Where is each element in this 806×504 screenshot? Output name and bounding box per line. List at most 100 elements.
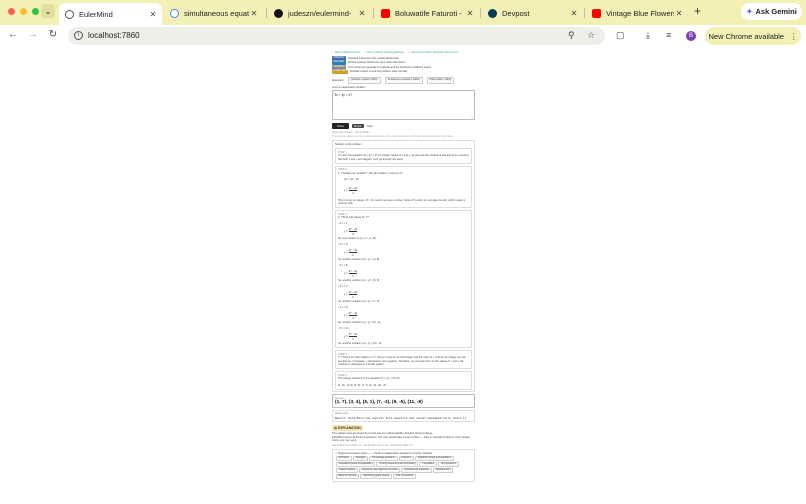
simple-mode-button[interactable]: Simple	[352, 123, 364, 129]
tab-separator	[373, 8, 374, 18]
action-row: Solve Simple Clear	[332, 123, 475, 129]
media-queue-icon[interactable]: ≡	[666, 30, 671, 40]
address-bar[interactable]: i localhost:7860 ⚲ ☆	[68, 27, 605, 45]
ask-gemini-button[interactable]: ✦ Ask Gemini	[741, 3, 802, 20]
status-badge: LOAD LIMIT	[332, 69, 348, 74]
tab-separator	[584, 8, 585, 18]
x-value-case: - If x = 7:	[338, 284, 349, 288]
x-value-case: - If x = 5:	[338, 263, 349, 267]
eulermind-app: ✓ Meta-cultural theories ✓ Due to solvin…	[332, 51, 475, 482]
bookmark-star-icon[interactable]: ☆	[587, 30, 595, 41]
step-body: To solve the equation 3x + 4y = 47 for i…	[338, 154, 469, 161]
solution-steps-panel: Solution to the problem STEP 1 To solve …	[332, 140, 475, 392]
math-fraction-line: y = 47 - 3x 4	[344, 185, 358, 195]
fraction: 47 - 3x 4	[348, 310, 358, 320]
fraction: 47 - 3x 4	[348, 185, 358, 195]
zoom-search-icon[interactable]: ⚲	[568, 30, 575, 41]
badge-row: LOAD LIMIT Possible source to and this p…	[332, 69, 475, 74]
download-icon[interactable]: ⤓	[646, 30, 650, 41]
solution-text: So, another solution is (x, y) = (7, 2).	[338, 300, 380, 303]
tab-youtube-boluwatife[interactable]: Boluwatife Faturoti - ✕	[375, 3, 479, 23]
example-differentiation-button[interactable]: Differentiation (NEW)	[426, 77, 455, 84]
topic-chip: Proving sequences and formulating	[376, 461, 419, 467]
solution-text: So, another solution is (x, y) = (5, 5).	[338, 279, 380, 282]
input-label: Input a mathematics problem	[332, 85, 366, 89]
topic-chip: Averages	[352, 455, 369, 461]
topic-chip: Rates of increase	[335, 473, 360, 479]
more-vert-icon: ⋮	[789, 31, 798, 41]
problem-input[interactable]: 3x + 4y = 47 ↘	[332, 90, 475, 120]
youtube-icon	[592, 8, 601, 18]
topic-chip: Factorising graph shapes	[360, 473, 393, 479]
tab-close-icon[interactable]: ✕	[249, 9, 259, 18]
link-excerpts[interactable]: ✓ Check for problem: Excerpts input of t…	[408, 51, 458, 55]
forward-arrow-icon[interactable]: →	[26, 29, 40, 40]
example-quadratic-button[interactable]: Quadratic equation (NEW)	[347, 77, 381, 84]
tab-close-icon[interactable]: ✕	[148, 10, 158, 19]
tab-separator	[266, 8, 267, 18]
new-chrome-available-button[interactable]: New Chrome available ⋮	[705, 27, 801, 45]
tab-close-icon[interactable]: ✕	[674, 9, 684, 18]
solve-button[interactable]: Solve	[332, 123, 349, 129]
clear-button[interactable]: Clear	[367, 125, 373, 128]
solutions-line: (1, 11), (3, 8), (5, 5), (7, 2), (9, -5)…	[338, 383, 386, 387]
close-window-icon[interactable]	[8, 8, 15, 15]
site-info-icon[interactable]: i	[74, 31, 83, 40]
topic-chip: Sequences and algebraic formulas	[359, 467, 401, 473]
math-fraction-line: y = 47 - 3x 4	[344, 268, 358, 278]
tab-simultaneous[interactable]: simultaneous equatio ✕	[164, 3, 263, 23]
page-viewport: ✓ Meta-cultural theories ✓ Due to solvin…	[0, 47, 806, 504]
tab-close-icon[interactable]: ✕	[569, 9, 579, 18]
topic-chip: Inequalities (linear and quadratic)	[335, 461, 376, 467]
example-simultaneous-button[interactable]: Simultaneous equations (NEW)	[384, 77, 423, 84]
x-value-case: - If x = 11:	[338, 326, 350, 330]
avatar[interactable]: B	[686, 31, 696, 41]
step-card: STEP 2 1. **Isolate one variable**: We c…	[335, 165, 472, 208]
link-meta[interactable]: ✓ Meta-cultural theories	[332, 51, 360, 55]
status-badge: WARNING	[332, 65, 347, 70]
globe-icon	[65, 9, 74, 19]
step-card: STEP 5 3. **Check for other values of x*…	[335, 350, 472, 369]
minimize-window-icon[interactable]	[20, 8, 27, 15]
github-icon	[274, 8, 283, 18]
x-value-list: - If x = 1: y = 47 - 3x 4 So, one solution …	[338, 222, 469, 346]
tab-youtube-vintage[interactable]: Vintage Blue Flowers ✕	[586, 3, 688, 23]
step-body: This is to be an integer. 47 - 3x must b…	[338, 198, 466, 206]
solution-text: So, one solution is (x, y) = (1, 11).	[338, 237, 377, 240]
new-tab-plus-icon[interactable]: +	[694, 4, 701, 18]
top-links: ✓ Meta-cultural theories ✓ Due to solvin…	[332, 51, 475, 55]
back-arrow-icon[interactable]: ←	[6, 29, 20, 40]
math-fraction-line: y = 47 - 3x 4	[344, 226, 358, 236]
fraction: 47 - 3x 4	[348, 289, 358, 299]
answer-box: Answer (1, 7), (3, 4), (5, 1), (7, -2), …	[332, 394, 475, 408]
examples-label: Examples:	[332, 78, 345, 82]
tab-close-icon[interactable]: ✕	[357, 9, 367, 18]
tab-close-icon[interactable]: ✕	[465, 9, 475, 18]
badge-text: Possible source to and this problem solv…	[349, 70, 408, 73]
link-closed-guidelines[interactable]: ✓ Due to solving closed-guidelines	[364, 51, 404, 55]
step-card: STEP 1 To solve the equation 3x + 4y = 4…	[335, 148, 472, 164]
tab-devpost[interactable]: Devpost ✕	[482, 3, 583, 23]
extensions-puzzle-icon[interactable]: ▢	[616, 30, 625, 41]
tab-separator	[480, 8, 481, 18]
reload-icon[interactable]: ↻	[46, 29, 60, 40]
tab-search-chevron-icon[interactable]: ⌄	[41, 4, 55, 18]
topic-chip: Arithmetic	[335, 455, 352, 461]
step-body: 1. **Isolate one variable**: We can isol…	[338, 171, 404, 175]
fraction: 47 - 3x 4	[348, 226, 358, 236]
math-line: 4y = 47 - 3x	[344, 176, 359, 181]
tab-github[interactable]: judeszn/eulermind- ✕	[268, 3, 371, 23]
solution-text: So, another solution is (x, y) = (9, -1)…	[338, 321, 381, 324]
ai-warning-text: EulerMind shows all kinds of questions. …	[332, 435, 470, 443]
devpost-icon	[488, 8, 497, 18]
step-card: STEP 6 The integer solutions to the equa…	[335, 371, 472, 390]
steps-header: Solution to the problem	[335, 142, 362, 146]
model-text: Result: EulerMind can explain this quest…	[335, 415, 467, 420]
resize-handle-icon[interactable]: ↘	[470, 115, 473, 119]
google-icon	[170, 8, 179, 18]
tab-eulermind[interactable]: EulerMind ✕	[59, 3, 162, 25]
maximize-window-icon[interactable]	[32, 8, 39, 15]
x-value-case: - If x = 3:	[338, 242, 349, 246]
topic-chip: Transformations	[335, 467, 359, 473]
step-card: STEP 4 2. **Find odd values for x**: - I…	[335, 210, 472, 348]
